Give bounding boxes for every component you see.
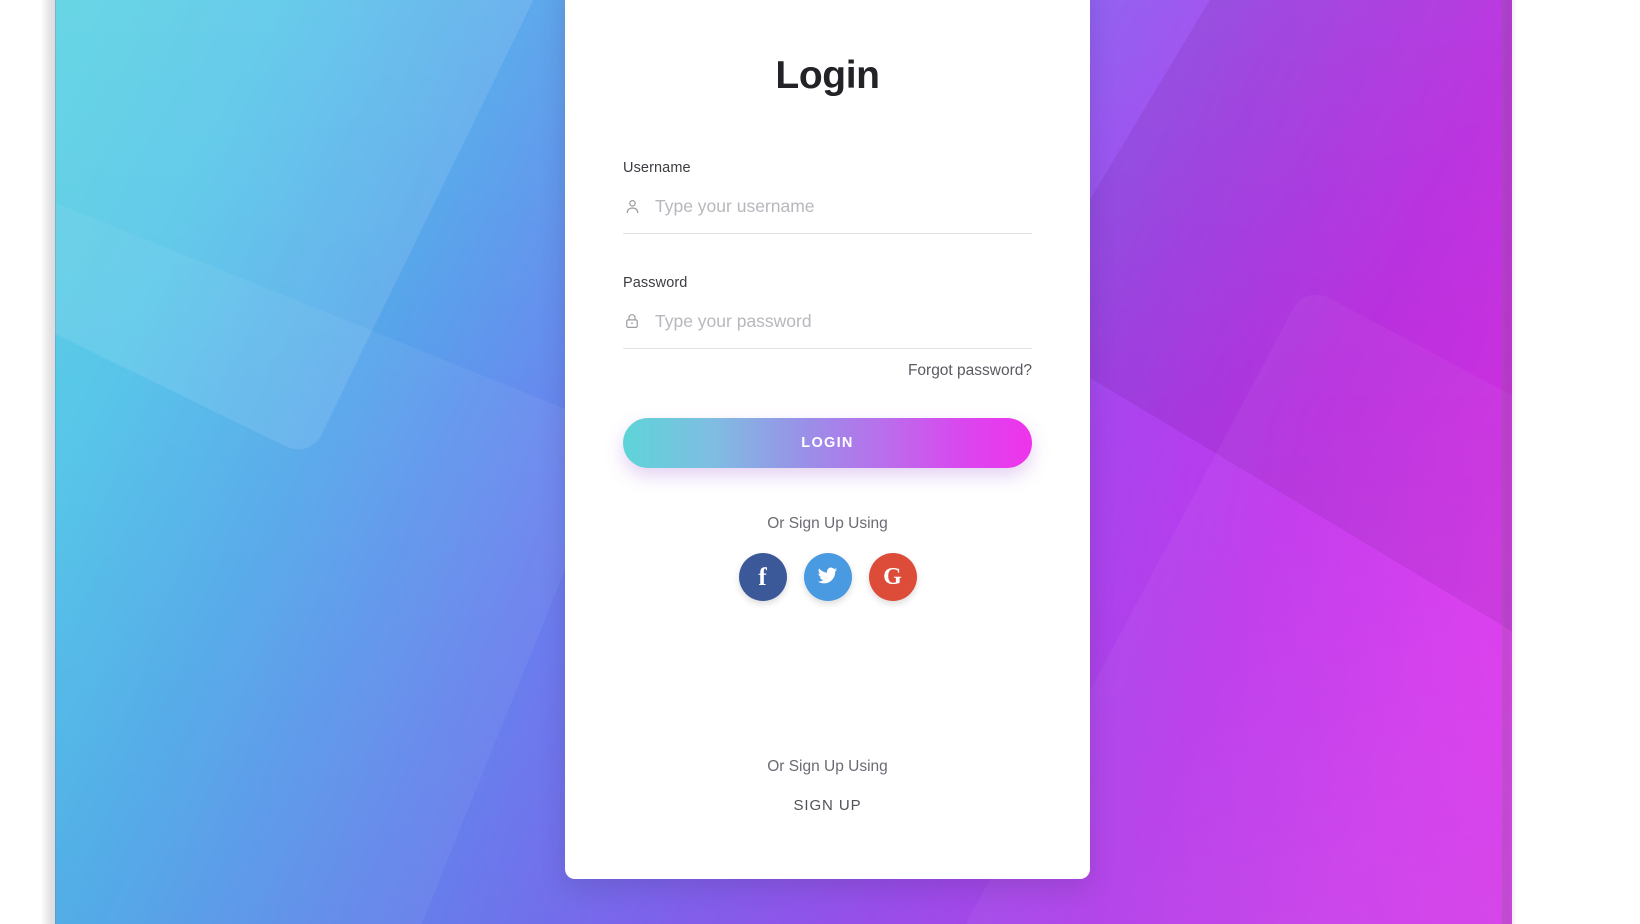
social-buttons-row: f G (623, 553, 1032, 601)
screen: Login Username Password (0, 0, 1640, 924)
person-icon (623, 197, 649, 216)
page-title: Login (775, 54, 880, 97)
password-field-group: Password (623, 275, 1032, 349)
background-shape-left-lower (55, 94, 621, 924)
background-shape-left-upper (55, 0, 644, 459)
lock-icon (623, 312, 649, 330)
username-field-group: Username (623, 160, 1032, 234)
login-card: Login Username Password (565, 0, 1090, 879)
footer-signup-block: Or Sign Up Using SIGN UP (565, 758, 1090, 815)
page-edge-shadow-left (41, 0, 56, 924)
password-label: Password (623, 275, 688, 291)
page-edge-shadow-right (1502, 0, 1517, 924)
password-input-row[interactable] (623, 303, 1032, 349)
forgot-password-link[interactable]: Forgot password? (908, 362, 1032, 379)
page-gutter-left (0, 0, 41, 924)
forgot-password-row: Forgot password? (623, 362, 1032, 380)
username-label: Username (623, 160, 691, 176)
page-gutter-right (1516, 0, 1640, 924)
username-input[interactable] (649, 195, 1032, 217)
facebook-signup-button[interactable]: f (738, 553, 787, 601)
facebook-icon: f (758, 563, 767, 591)
username-input-row[interactable] (623, 188, 1032, 234)
twitter-icon (816, 564, 839, 590)
social-signup-heading: Or Sign Up Using (767, 515, 888, 532)
footer-signup-heading: Or Sign Up Using (767, 758, 888, 775)
login-button[interactable]: LOGIN (623, 418, 1032, 468)
password-input[interactable] (649, 310, 1032, 332)
google-icon: G (883, 564, 902, 590)
google-signup-button[interactable]: G (868, 553, 917, 601)
signup-link[interactable]: SIGN UP (794, 797, 862, 814)
twitter-signup-button[interactable] (803, 553, 852, 601)
